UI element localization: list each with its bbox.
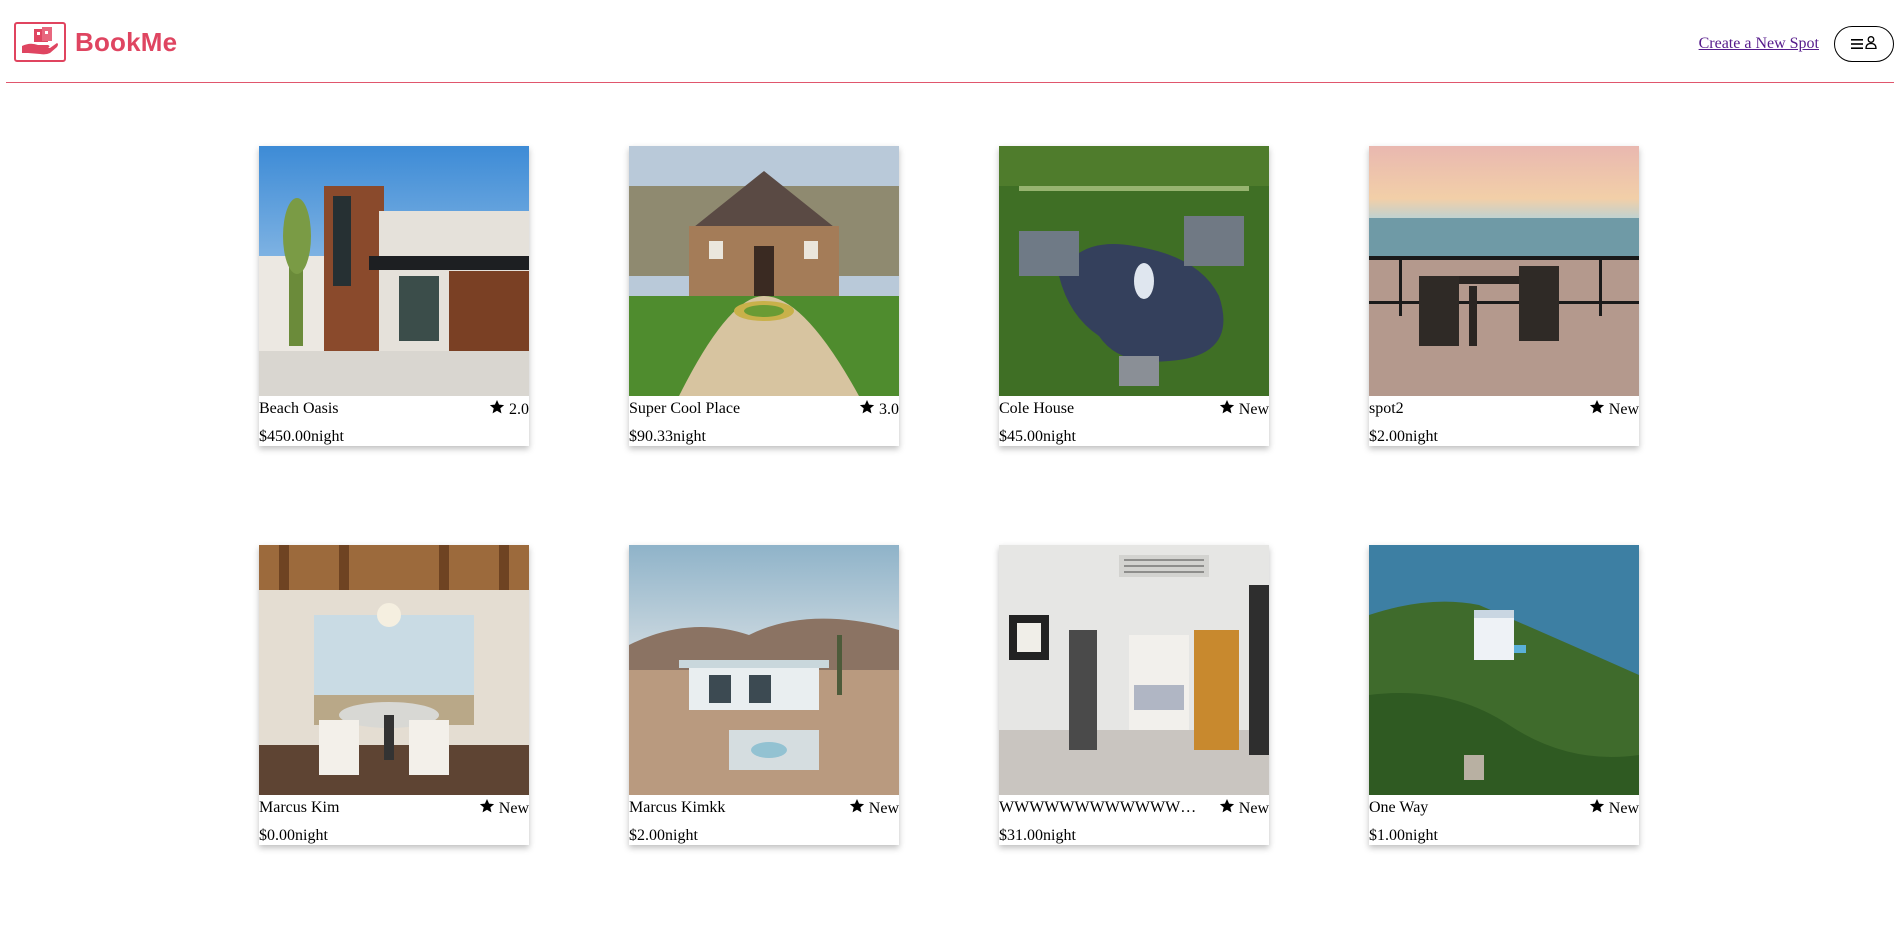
price-value: $45.00	[999, 428, 1043, 445]
desert-house-photo	[629, 545, 899, 795]
spot-price: $450.00night	[259, 427, 344, 447]
hamburger-icon	[1851, 37, 1863, 52]
spot-card[interactable]: WWWWWWWWWWWWW... New $31.00night	[999, 545, 1269, 845]
star-icon	[1589, 798, 1605, 820]
price-value: $450.00	[259, 428, 311, 445]
spot-price: $0.00night	[259, 826, 328, 846]
spot-card[interactable]: spot2 New $2.00night	[1369, 146, 1639, 446]
rating-value: New	[1608, 800, 1639, 817]
spot-price: $45.00night	[999, 427, 1076, 447]
price-unit: night	[1405, 428, 1438, 445]
spot-card[interactable]: Cole House New $45.00night	[999, 146, 1269, 446]
spot-price: $1.00night	[1369, 826, 1438, 846]
ocean-balcony-photo	[1369, 146, 1639, 396]
price-value: $2.00	[629, 827, 665, 844]
spot-name: Marcus Kimkk	[629, 799, 726, 816]
price-unit: night	[665, 827, 698, 844]
spot-price: $2.00night	[629, 826, 698, 846]
spot-rating: New	[1219, 798, 1269, 820]
rating-value: New	[1608, 401, 1639, 418]
spot-name: Cole House	[999, 400, 1075, 417]
create-new-spot-link[interactable]: Create a New Spot	[1699, 35, 1819, 53]
star-icon	[479, 798, 495, 820]
star-icon	[489, 399, 505, 421]
home-logo-link[interactable]: BookMe	[14, 22, 177, 62]
spot-rating: New	[1589, 798, 1639, 820]
stone-mansion-photo	[629, 146, 899, 396]
spot-name: One Way	[1369, 799, 1429, 816]
price-unit: night	[311, 428, 344, 445]
modern-house-photo	[259, 146, 529, 396]
profile-menu-button[interactable]	[1834, 26, 1894, 62]
star-icon	[1219, 798, 1235, 820]
spot-name: Beach Oasis	[259, 400, 339, 417]
price-unit: night	[673, 428, 706, 445]
price-value: $31.00	[999, 827, 1043, 844]
price-value: $2.00	[1369, 428, 1405, 445]
spot-price: $31.00night	[999, 826, 1076, 846]
star-icon	[1589, 399, 1605, 421]
star-icon	[859, 399, 875, 421]
rating-value: New	[498, 800, 529, 817]
price-value: $1.00	[1369, 827, 1405, 844]
rating-value: 3.0	[879, 401, 899, 418]
hand-house-logo-icon	[14, 22, 66, 62]
price-unit: night	[295, 827, 328, 844]
price-value: $0.00	[259, 827, 295, 844]
spot-price: $2.00night	[1369, 427, 1438, 447]
spot-rating: 2.0	[489, 399, 529, 421]
brand-name: BookMe	[75, 26, 178, 57]
price-unit: night	[1043, 827, 1076, 844]
spot-rating: New	[1589, 399, 1639, 421]
spot-rating: New	[1219, 399, 1269, 421]
price-unit: night	[1043, 428, 1076, 445]
spot-name: WWWWWWWWWWWWW...	[999, 799, 1199, 816]
spot-rating: 3.0	[859, 399, 899, 421]
spot-name: Marcus Kim	[259, 799, 340, 816]
spot-name: Super Cool Place	[629, 400, 741, 417]
price-unit: night	[1405, 827, 1438, 844]
star-icon	[1219, 399, 1235, 421]
island-house-aerial-photo	[1369, 545, 1639, 795]
rating-value: New	[868, 800, 899, 817]
estate-lake-aerial-photo	[999, 146, 1269, 396]
spot-card[interactable]: Marcus Kimkk New $2.00night	[629, 545, 899, 845]
dining-room-photo	[259, 545, 529, 795]
spot-card[interactable]: Beach Oasis 2.0 $450.00night	[259, 146, 529, 446]
rating-value: New	[1238, 800, 1269, 817]
site-header: BookMe Create a New Spot	[6, 0, 1894, 83]
spot-rating: New	[849, 798, 899, 820]
user-icon	[1865, 36, 1877, 52]
spot-price: $90.33night	[629, 427, 706, 447]
star-icon	[849, 798, 865, 820]
spot-card[interactable]: One Way New $1.00night	[1369, 545, 1639, 845]
spot-card[interactable]: Marcus Kim New $0.00night	[259, 545, 529, 845]
rating-value: 2.0	[509, 401, 529, 418]
price-value: $90.33	[629, 428, 673, 445]
spot-card[interactable]: Super Cool Place 3.0 $90.33night	[629, 146, 899, 446]
rating-value: New	[1238, 401, 1269, 418]
hallway-interior-photo	[999, 545, 1269, 795]
spot-name: spot2	[1369, 400, 1404, 417]
spot-rating: New	[479, 798, 529, 820]
